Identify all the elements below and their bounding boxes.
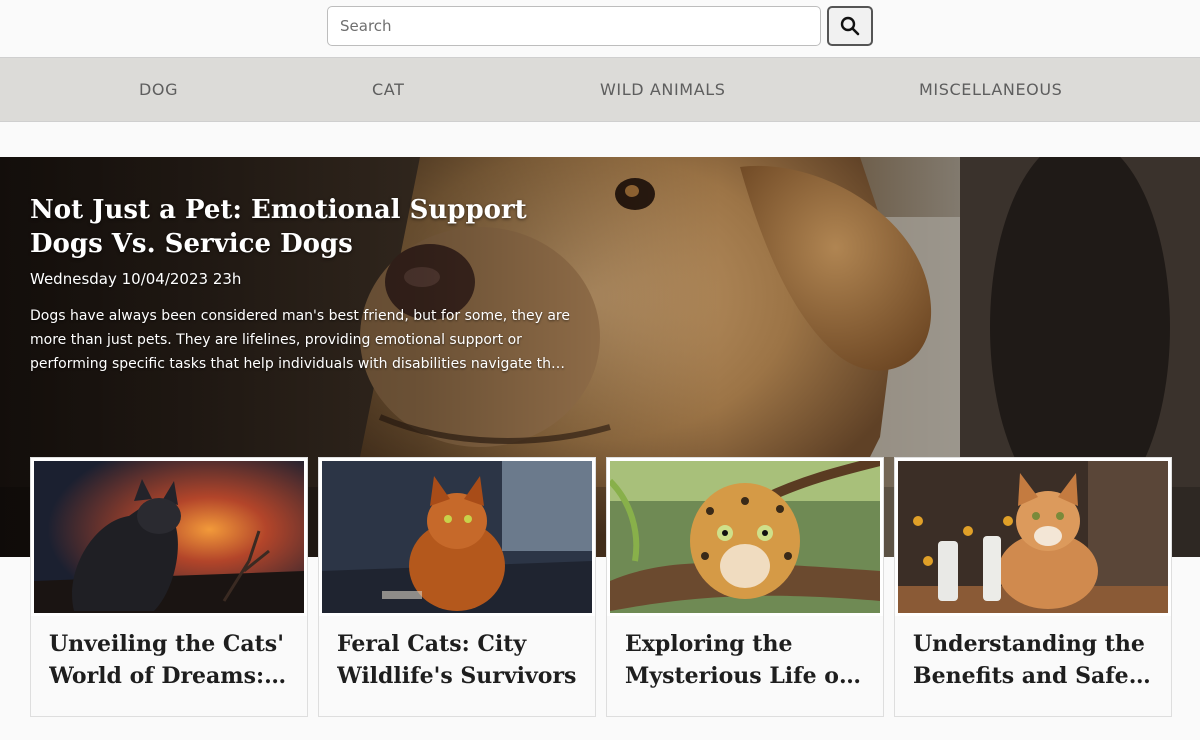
nav-item-wild-animals[interactable]: WILD ANIMALS [600, 58, 726, 121]
search-icon [840, 16, 860, 36]
article-card[interactable]: Understanding the Benefits and Safety of… [894, 457, 1172, 717]
card-title[interactable]: Feral Cats: City Wildlife's Survivors [337, 628, 579, 692]
card-title[interactable]: Exploring the Mysterious Life of Jaguars [625, 628, 867, 692]
nav-item-cat[interactable]: CAT [372, 58, 404, 121]
search-bar [0, 0, 1200, 57]
card-image [31, 458, 307, 616]
hero-date: Wednesday 10/04/2023 23h [30, 270, 242, 288]
card-image [319, 458, 595, 616]
card-image [895, 458, 1171, 616]
search-button[interactable] [827, 6, 873, 46]
card-title[interactable]: Unveiling the Cats' World of Dreams: A J… [49, 628, 291, 692]
article-card[interactable]: Exploring the Mysterious Life of Jaguars [606, 457, 884, 717]
hero-title[interactable]: Not Just a Pet: Emotional Support Dogs V… [30, 193, 590, 261]
card-title[interactable]: Understanding the Benefits and Safety of… [913, 628, 1155, 692]
nav-item-dog[interactable]: DOG [139, 58, 178, 121]
article-card[interactable]: Unveiling the Cats' World of Dreams: A J… [30, 457, 308, 717]
search-input[interactable] [327, 6, 821, 46]
article-card[interactable]: Feral Cats: City Wildlife's Survivors [318, 457, 596, 717]
nav-item-miscellaneous[interactable]: MISCELLANEOUS [919, 58, 1062, 121]
card-image [607, 458, 883, 616]
category-nav: DOG CAT WILD ANIMALS MISCELLANEOUS [0, 57, 1200, 122]
hero-excerpt: Dogs have always been considered man's b… [30, 308, 570, 372]
